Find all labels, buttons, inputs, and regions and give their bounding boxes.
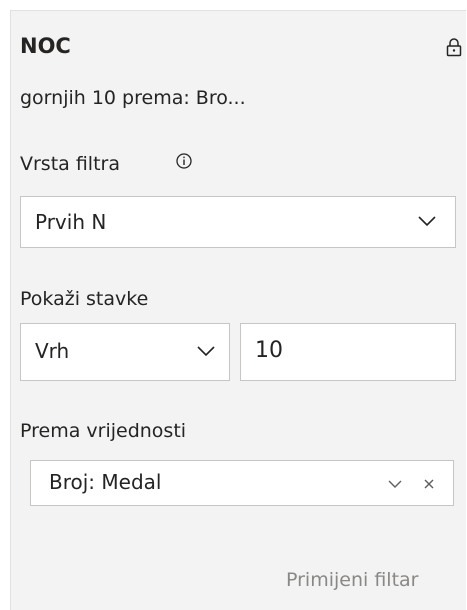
filter-card-title: NOC [20, 34, 71, 58]
by-value-field: Broj: Medal [49, 470, 162, 494]
filter-type-label: Vrsta filtra [20, 153, 120, 175]
by-value-label: Prema vrijednosti [20, 420, 187, 442]
apply-filter-button[interactable]: Primijeni filtar [286, 569, 418, 591]
filter-type-value: Prvih N [35, 210, 107, 234]
chevron-down-icon [197, 346, 215, 357]
filter-type-dropdown[interactable]: Prvih N [20, 196, 456, 248]
show-items-count-input[interactable]: 10 [240, 323, 456, 381]
info-icon[interactable] [175, 152, 193, 170]
lock-icon[interactable] [446, 37, 462, 57]
chevron-down-icon[interactable] [386, 477, 404, 491]
filter-summary: gornjih 10 prema: Bro... [20, 87, 246, 109]
show-items-direction-dropdown[interactable]: Vrh [20, 323, 230, 381]
by-value-field-well[interactable]: Broj: Medal [30, 460, 454, 506]
show-items-count-value: 10 [255, 338, 283, 363]
close-icon[interactable] [422, 477, 436, 491]
show-items-direction-value: Vrh [35, 339, 70, 363]
show-items-label: Pokaži stavke [20, 288, 149, 310]
chevron-down-icon [418, 216, 436, 227]
